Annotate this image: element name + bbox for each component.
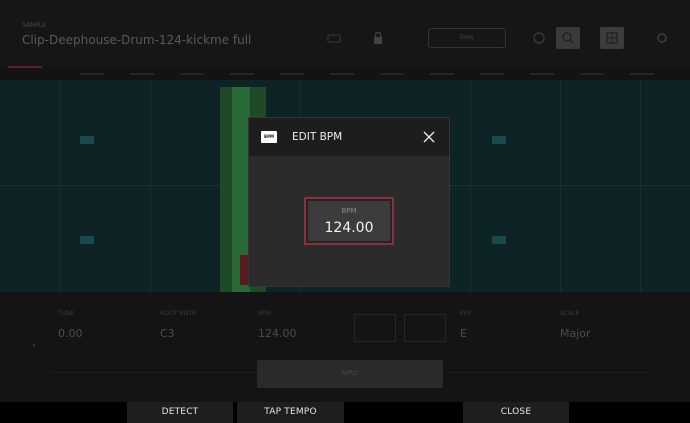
- bpm-param-value[interactable]: 124.00: [258, 327, 297, 340]
- tab-item[interactable]: [130, 73, 154, 75]
- tab-item[interactable]: [430, 73, 454, 75]
- apply-label: APPLY: [341, 370, 359, 377]
- key-label: KEY: [460, 310, 472, 317]
- active-tab-marker: [8, 66, 42, 68]
- file-name[interactable]: Clip-Deephouse-Drum-124-kickme full: [22, 33, 251, 47]
- edit-bpm-dialog: BPM EDIT BPM BPM 124.00: [249, 118, 449, 286]
- chevron-left-icon[interactable]: ‹: [32, 340, 36, 351]
- tune-label: TUNE: [58, 310, 75, 317]
- chat-icon[interactable]: [531, 30, 547, 46]
- tools-button[interactable]: Tools: [428, 28, 506, 48]
- scale-value[interactable]: Major: [560, 327, 591, 340]
- gear-icon[interactable]: [654, 30, 670, 46]
- screen: SAMPLE Clip-Deephouse-Drum-124-kickme fu…: [0, 0, 690, 423]
- double-button[interactable]: [354, 314, 396, 342]
- lock-icon[interactable]: [370, 30, 386, 46]
- waveform-transient: [80, 136, 94, 144]
- tab-item[interactable]: [580, 73, 604, 75]
- grid-button[interactable]: [600, 27, 624, 49]
- root-note-label: ROOT NOTE: [160, 310, 196, 317]
- zoom-button[interactable]: [556, 27, 580, 49]
- grid-line: [560, 80, 561, 292]
- dialog-header: BPM EDIT BPM: [249, 118, 449, 156]
- tune-value[interactable]: 0.00: [58, 327, 83, 340]
- scale-label: SCALE: [560, 310, 580, 317]
- grid-line: [470, 80, 471, 292]
- tab-item[interactable]: [330, 73, 354, 75]
- tab-item[interactable]: [230, 73, 254, 75]
- key-value[interactable]: E: [460, 327, 467, 340]
- tab-item[interactable]: [80, 73, 104, 75]
- waveform-transient: [492, 236, 506, 244]
- tab-item[interactable]: [630, 73, 654, 75]
- grid-line: [150, 80, 151, 292]
- bpm-field[interactable]: BPM 124.00: [304, 197, 394, 245]
- tap-tempo-button[interactable]: TAP TEMPO: [237, 402, 344, 423]
- file-caption: SAMPLE: [22, 22, 46, 29]
- bpm-badge-icon: BPM: [261, 131, 277, 143]
- tab-item[interactable]: [280, 73, 304, 75]
- bpm-field-label: BPM: [341, 207, 357, 215]
- tab-item[interactable]: [380, 73, 404, 75]
- magnifier-icon: [562, 32, 574, 44]
- bpm-field-value: 124.00: [324, 220, 374, 236]
- bpm-param-label: BPM: [258, 310, 271, 317]
- half-button[interactable]: [404, 314, 446, 342]
- close-button[interactable]: CLOSE: [463, 402, 569, 423]
- dialog-title: EDIT BPM: [292, 131, 343, 143]
- tab-item[interactable]: [480, 73, 504, 75]
- detect-button[interactable]: DETECT: [127, 402, 233, 423]
- apply-button[interactable]: APPLY: [257, 360, 443, 388]
- tab-item[interactable]: [530, 73, 554, 75]
- grid-line: [640, 80, 641, 292]
- waveform-transient: [80, 236, 94, 244]
- tab-item[interactable]: [180, 73, 204, 75]
- speaker-icon[interactable]: [326, 30, 342, 46]
- grid-icon: [606, 32, 618, 44]
- grid-line: [60, 80, 61, 292]
- root-note-value[interactable]: C3: [160, 327, 175, 340]
- softkey-bar: [0, 402, 690, 423]
- waveform-transient: [492, 136, 506, 144]
- close-icon[interactable]: [421, 129, 437, 145]
- tools-label: Tools: [459, 34, 474, 41]
